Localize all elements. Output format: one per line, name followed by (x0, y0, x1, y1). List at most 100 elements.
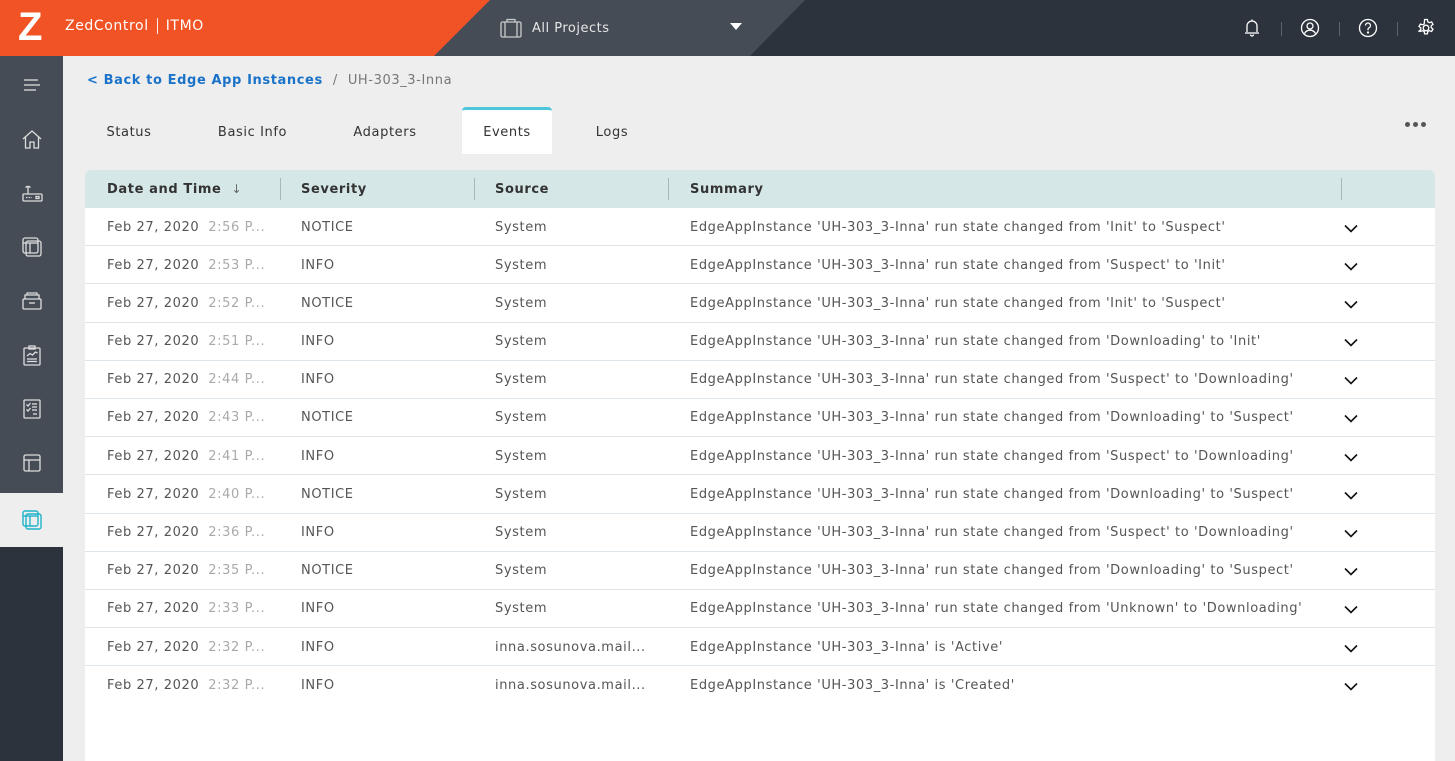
table-header: Date and Time ↓ Severity Source Summary (85, 170, 1435, 208)
tab-basic-info[interactable]: Basic Info (173, 107, 332, 154)
column-divider[interactable] (1341, 178, 1342, 200)
table-row[interactable]: Feb 27, 2020 2:33 P... INFO System EdgeA… (85, 590, 1435, 629)
more-dot (1420, 121, 1426, 127)
event-time: 2:40 P... (208, 486, 266, 502)
edge-app-instances-icon (21, 510, 42, 530)
more-options-button[interactable] (1403, 117, 1427, 131)
severity-cell: INFO (301, 677, 335, 693)
date-time-cell: Feb 27, 2020 2:36 P... (107, 514, 265, 552)
date-time-cell: Feb 27, 2020 2:35 P... (107, 552, 265, 590)
chevron-down-icon (1344, 415, 1358, 424)
column-divider[interactable] (280, 178, 281, 200)
expand-row-button[interactable] (1341, 334, 1361, 352)
sidebar-item-tasks[interactable] (0, 382, 63, 436)
table-row[interactable]: Feb 27, 2020 2:41 P... INFO System EdgeA… (85, 437, 1435, 476)
sidebar-item-edge-apps[interactable] (0, 220, 63, 274)
chevron-down-icon (1344, 644, 1358, 653)
sidebar-item-reports[interactable] (0, 328, 63, 382)
column-divider[interactable] (474, 178, 475, 200)
notifications-button[interactable] (1223, 0, 1281, 56)
event-time: 2:44 P... (208, 372, 266, 388)
event-date: Feb 27, 2020 (107, 525, 200, 540)
table-row[interactable]: Feb 27, 2020 2:36 P... INFO System EdgeA… (85, 514, 1435, 552)
user-profile-button[interactable] (1281, 0, 1339, 56)
project-selector[interactable]: All Projects (500, 15, 750, 41)
event-date: Feb 27, 2020 (107, 219, 200, 235)
date-time-cell: Feb 27, 2020 2:53 P... (107, 246, 265, 284)
help-button[interactable] (1339, 0, 1397, 56)
expand-row-button[interactable] (1341, 448, 1361, 466)
summary-cell: EdgeAppInstance 'UH-303_3-Inna' is 'Crea… (690, 677, 1015, 693)
date-time-cell: Feb 27, 2020 2:51 P... (107, 323, 265, 361)
date-time-cell: Feb 27, 2020 2:32 P... (107, 666, 265, 704)
app-title: ZedControl ITMO (65, 18, 204, 34)
event-time: 2:53 P... (208, 257, 266, 273)
home-icon (22, 130, 41, 149)
expand-row-button[interactable] (1341, 563, 1361, 581)
table-body: Feb 27, 2020 2:56 P... NOTICE System Edg… (85, 208, 1435, 704)
tab-logs[interactable]: Logs (552, 107, 672, 154)
edge-node-icon (21, 185, 43, 202)
date-time-cell: Feb 27, 2020 2:56 P... (107, 208, 265, 246)
sidebar-item-edge-app-instances[interactable] (0, 493, 63, 547)
table-row[interactable]: Feb 27, 2020 2:40 P... NOTICE System Edg… (85, 475, 1435, 514)
back-link[interactable]: < Back to Edge App Instances (87, 73, 323, 88)
column-header-severity[interactable]: Severity (301, 170, 367, 208)
column-header-source[interactable]: Source (495, 170, 549, 208)
table-row[interactable]: Feb 27, 2020 2:51 P... INFO System EdgeA… (85, 323, 1435, 361)
sidebar-item-edge-nodes[interactable] (0, 166, 63, 220)
table-row[interactable]: Feb 27, 2020 2:32 P... INFO inna.sosunov… (85, 666, 1435, 704)
sidebar-item-storage[interactable] (0, 274, 63, 328)
expand-row-button[interactable] (1341, 219, 1361, 237)
event-date: Feb 27, 2020 (107, 372, 200, 388)
table-row[interactable]: Feb 27, 2020 2:32 P... INFO inna.sosunov… (85, 628, 1435, 667)
expand-row-button[interactable] (1341, 410, 1361, 428)
expand-row-button[interactable] (1341, 372, 1361, 390)
tab-status[interactable]: Status (85, 107, 173, 154)
summary-cell: EdgeAppInstance 'UH-303_3-Inna' is 'Acti… (690, 639, 1004, 655)
summary-cell: EdgeAppInstance 'UH-303_3-Inna' run stat… (690, 525, 1294, 540)
table-row[interactable]: Feb 27, 2020 2:52 P... NOTICE System Edg… (85, 284, 1435, 323)
tab-adapters[interactable]: Adapters (332, 107, 438, 154)
event-date: Feb 27, 2020 (107, 295, 200, 311)
settings-button[interactable] (1397, 0, 1455, 56)
table-row[interactable]: Feb 27, 2020 2:56 P... NOTICE System Edg… (85, 208, 1435, 247)
severity-cell: NOTICE (301, 295, 354, 311)
source-cell: System (495, 372, 548, 388)
help-icon (1358, 18, 1378, 38)
column-header-summary[interactable]: Summary (690, 170, 764, 208)
edge-app-icon (21, 237, 42, 257)
title-separator (156, 18, 158, 34)
severity-cell: NOTICE (301, 486, 354, 502)
column-header-date-time[interactable]: Date and Time ↓ (107, 170, 242, 208)
expand-row-button[interactable] (1341, 257, 1361, 275)
sidebar-item-home[interactable] (0, 112, 63, 166)
expand-row-button[interactable] (1341, 601, 1361, 619)
column-divider[interactable] (668, 178, 669, 200)
checklist-icon (22, 399, 41, 419)
severity-cell: INFO (301, 525, 335, 540)
table-row[interactable]: Feb 27, 2020 2:44 P... INFO System EdgeA… (85, 361, 1435, 399)
app-name: ZedControl (65, 18, 149, 34)
expand-row-button[interactable] (1341, 639, 1361, 657)
event-date: Feb 27, 2020 (107, 486, 200, 502)
table-row[interactable]: Feb 27, 2020 2:53 P... INFO System EdgeA… (85, 246, 1435, 285)
source-cell: System (495, 486, 548, 502)
expand-row-button[interactable] (1341, 486, 1361, 504)
zededa-logo[interactable]: Z (18, 7, 46, 47)
sidebar-menu-toggle[interactable] (0, 58, 63, 112)
expand-row-button[interactable] (1341, 677, 1361, 695)
severity-cell: INFO (301, 601, 335, 617)
table-row[interactable]: Feb 27, 2020 2:35 P... NOTICE System Edg… (85, 552, 1435, 590)
expand-row-button[interactable] (1341, 295, 1361, 313)
source-cell: System (495, 525, 548, 540)
clipboard-chart-icon (22, 345, 41, 366)
tab-events[interactable]: Events (462, 107, 552, 154)
chevron-down-icon (1344, 300, 1358, 309)
source-cell: System (495, 257, 548, 273)
chevron-down-icon (1344, 338, 1358, 347)
table-row[interactable]: Feb 27, 2020 2:43 P... NOTICE System Edg… (85, 399, 1435, 438)
sidebar-item-layout[interactable] (0, 436, 63, 490)
event-date: Feb 27, 2020 (107, 334, 200, 350)
expand-row-button[interactable] (1341, 525, 1361, 543)
